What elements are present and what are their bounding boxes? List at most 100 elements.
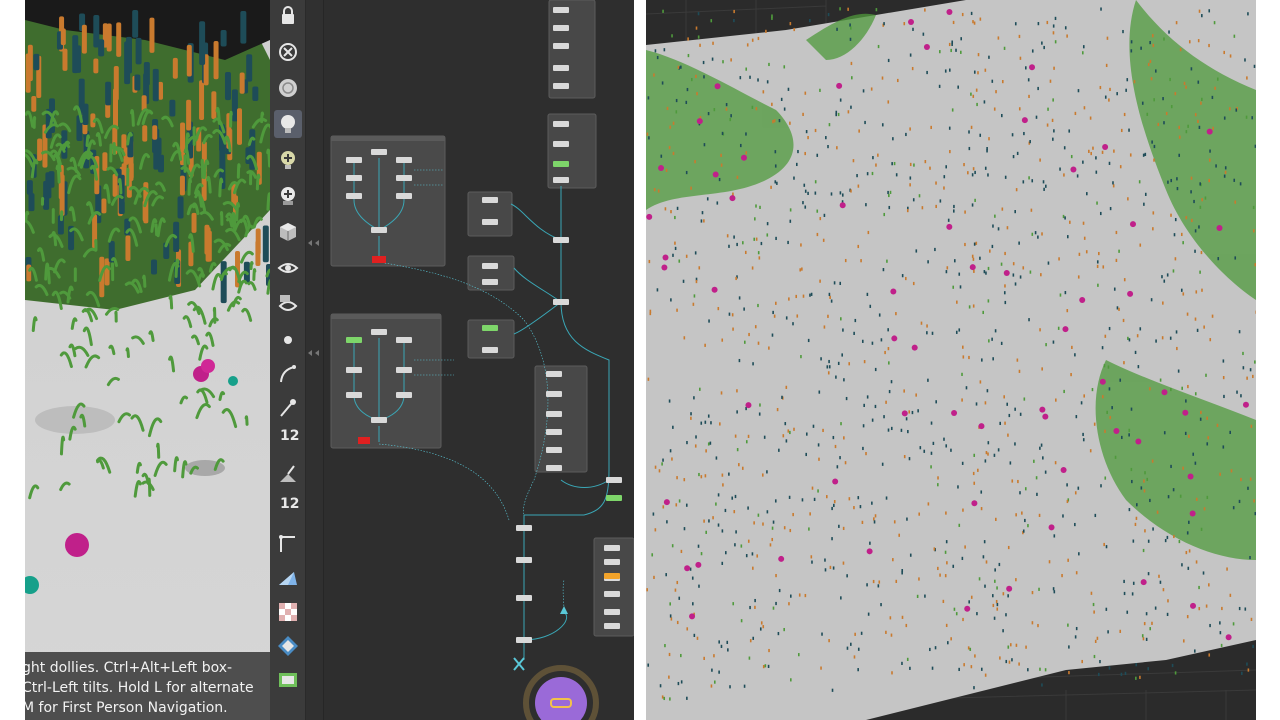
pane-divider[interactable]	[306, 0, 324, 720]
instance	[824, 568, 827, 572]
display-flag[interactable]	[358, 437, 370, 444]
network-box[interactable]	[534, 365, 588, 473]
collapse-arrow-icon[interactable]	[315, 350, 319, 356]
scene-viewport-aerial[interactable]	[646, 0, 1256, 720]
collapse-arrow-icon[interactable]	[315, 240, 319, 246]
instance	[1005, 659, 1008, 664]
instance	[747, 434, 750, 438]
instance	[921, 206, 924, 210]
instance	[1053, 66, 1055, 70]
instance	[833, 503, 835, 508]
instance	[1242, 366, 1245, 370]
point-icon[interactable]	[274, 326, 302, 354]
instance	[740, 544, 743, 548]
instance	[1254, 360, 1256, 364]
instance	[1042, 180, 1045, 184]
instance	[860, 631, 863, 635]
instance	[757, 341, 760, 345]
display-box-icon[interactable]	[274, 666, 302, 694]
instance	[1036, 492, 1038, 496]
shaded-cube-icon[interactable]	[274, 218, 302, 246]
lock-icon[interactable]	[274, 2, 302, 30]
instance	[889, 616, 892, 620]
light-bulb-icon[interactable]	[274, 110, 302, 138]
instance	[1239, 182, 1242, 186]
stalk	[169, 99, 176, 117]
instance	[810, 555, 813, 559]
flower-point	[684, 565, 691, 572]
instance	[1201, 198, 1203, 202]
instance	[975, 402, 978, 406]
instance	[977, 71, 979, 75]
primitive-number-icon[interactable]: 12	[274, 494, 302, 522]
instance	[888, 205, 891, 210]
instance	[955, 330, 958, 334]
sphere-icon[interactable]	[274, 74, 302, 102]
instance	[1178, 153, 1181, 157]
instance	[766, 510, 769, 514]
instance	[1229, 430, 1231, 435]
instance	[950, 48, 952, 53]
instance	[774, 180, 777, 184]
node	[396, 193, 412, 199]
collapse-arrow-icon[interactable]	[308, 240, 312, 246]
instance	[842, 526, 845, 531]
paint-brush-icon[interactable]	[274, 394, 302, 422]
instance	[690, 77, 693, 82]
network-box[interactable]	[330, 135, 446, 267]
triangle-plane-icon[interactable]	[274, 564, 302, 592]
instance	[1133, 80, 1136, 84]
angle-icon[interactable]	[274, 530, 302, 558]
switch-node-icon[interactable]	[560, 606, 568, 614]
instance	[956, 300, 958, 304]
instance	[1170, 464, 1172, 469]
instance	[865, 203, 867, 207]
curve-icon[interactable]	[274, 360, 302, 388]
node-network-editor[interactable]	[324, 0, 634, 720]
network-box[interactable]	[593, 537, 634, 637]
instance	[721, 338, 724, 342]
instance	[796, 314, 799, 318]
instance	[926, 331, 928, 335]
add-camera-light-icon[interactable]	[274, 182, 302, 210]
instance	[1255, 310, 1256, 314]
instance	[932, 441, 935, 446]
node	[346, 337, 362, 343]
instance	[853, 331, 855, 335]
instance	[827, 145, 829, 149]
instance	[1007, 433, 1009, 437]
instance	[1033, 459, 1035, 463]
ghost-icon[interactable]	[274, 38, 302, 66]
collapse-arrow-icon[interactable]	[308, 350, 312, 356]
instance	[909, 553, 912, 557]
visibility-icon[interactable]	[274, 254, 302, 282]
instance	[1238, 499, 1241, 504]
add-light-icon[interactable]	[274, 146, 302, 174]
display-flag[interactable]	[372, 256, 386, 263]
instance	[1071, 345, 1073, 350]
instance	[1127, 336, 1129, 340]
instance	[788, 602, 790, 606]
checker-texture-icon[interactable]	[274, 598, 302, 626]
instance	[1024, 518, 1026, 523]
flower-point	[832, 478, 839, 485]
instance	[987, 266, 990, 271]
instance	[1105, 545, 1108, 549]
node	[396, 367, 412, 373]
grass-blade	[229, 110, 233, 128]
snap-icon[interactable]	[274, 632, 302, 660]
primitive-paint-icon[interactable]	[274, 460, 302, 488]
point-number-icon[interactable]: 12	[274, 426, 302, 454]
merge-node-icon[interactable]	[513, 657, 525, 671]
instance	[802, 112, 804, 116]
instance	[863, 403, 865, 408]
instance	[905, 417, 908, 421]
scene-viewport-closeup[interactable]: ght dollies. Ctrl+Alt+Left box- Ctrl-Lef…	[25, 0, 270, 720]
instance	[697, 12, 700, 16]
camera-vis-icon[interactable]	[274, 290, 302, 318]
instance	[1180, 288, 1183, 292]
instance	[850, 642, 852, 646]
instance	[1132, 581, 1135, 585]
instance	[690, 186, 692, 190]
instance	[1177, 369, 1180, 373]
